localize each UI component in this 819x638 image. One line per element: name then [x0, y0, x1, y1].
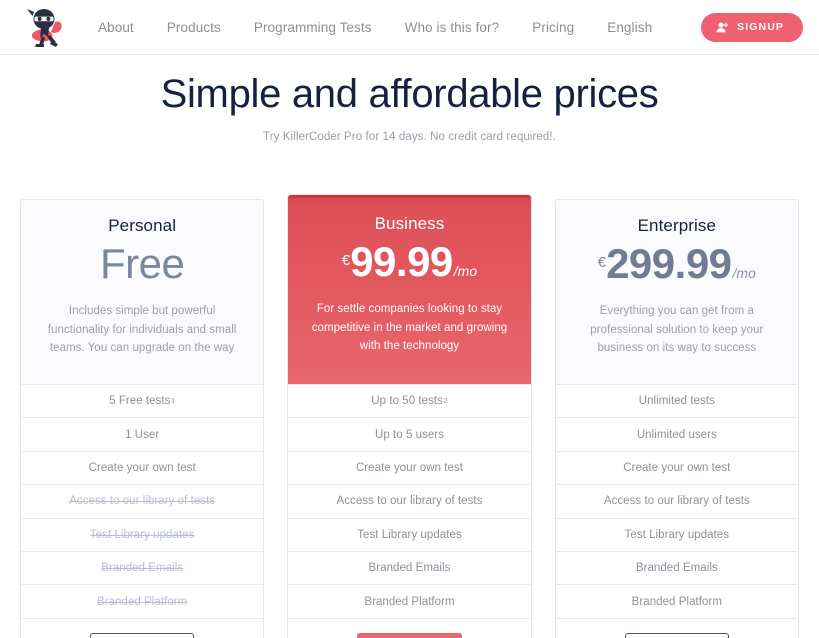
plan-price: Free — [39, 240, 245, 287]
pricing-card-business: Business €99.99/mo For settle companies lo… — [288, 195, 531, 638]
nav-item: Pricing — [532, 14, 607, 41]
feature-row-included: Access to our library of tests — [555, 484, 798, 518]
feature-label: Branded Platform — [631, 595, 722, 608]
nav-item: Products — [167, 14, 254, 41]
plan-name: Enterprise — [637, 216, 717, 235]
nav-link-programming-tests[interactable]: Programming Tests — [254, 14, 372, 41]
plan-name: Business — [374, 214, 445, 233]
feature-label: 5 Free tests — [109, 395, 171, 408]
feature-label: Branded Platform — [364, 595, 455, 608]
brand-logo[interactable] — [22, 4, 68, 50]
nav-link-english[interactable]: English — [607, 14, 652, 41]
price-currency-symbol: € — [341, 252, 351, 269]
signup-button[interactable]: SIGNUP — [701, 12, 803, 42]
feature-label: Branded Platform — [97, 595, 188, 608]
plan-description: For settle companies looking to stay com… — [311, 303, 508, 353]
feature-row-included: Create your own test — [21, 450, 264, 485]
user-plus-icon — [716, 21, 729, 34]
feature-row-excluded: Test Library updates — [21, 517, 264, 551]
feature-row-excluded: Branded Emails — [21, 550, 264, 585]
price-amount: 299.99 — [606, 240, 732, 287]
feature-row-included: Create your own test — [555, 450, 798, 485]
signup-button-label: SIGNUP — [737, 21, 784, 33]
plan-description: Includes simple but powerful functionali… — [47, 305, 237, 355]
top-navigation-bar: About Products Programming Tests Who is … — [0, 0, 819, 55]
feature-row-included: Test Library updates — [288, 517, 531, 551]
nav-link-list: About Products Programming Tests Who is … — [98, 14, 685, 41]
feature-row-included: Access to our library of tests — [288, 484, 531, 518]
pricing-card-personal: Personal Free Includes simple but powerful… — [20, 199, 265, 638]
feature-label: Create your own test — [88, 461, 196, 474]
plan-feature-list: Unlimited tests Unlimited users Create you… — [555, 383, 798, 618]
feature-row-included: Branded Emails — [288, 550, 531, 585]
feature-label: 1 User — [125, 428, 160, 441]
price-period: /mo — [453, 263, 478, 279]
feature-row-included: Create your own test — [288, 450, 531, 485]
price-amount: Free — [99, 240, 185, 287]
feature-row-excluded: Access to our library of tests — [21, 484, 264, 518]
nav-item: Who is this for? — [405, 14, 533, 41]
pricing-card-footer: START NOW — [555, 617, 798, 638]
nav-item: Programming Tests — [254, 14, 405, 41]
feature-label: Create your own test — [355, 461, 464, 474]
page-subtitle: Try KillerCoder Pro for 14 days. No cred… — [263, 131, 556, 143]
ninja-logo-icon — [27, 9, 62, 47]
price-amount: 99.99 — [350, 238, 453, 285]
nav-link-pricing[interactable]: Pricing — [532, 14, 574, 41]
plan-price: €299.99/mo — [574, 240, 780, 287]
pricing-card-footer: START NOW — [288, 617, 531, 638]
feature-label: Up to 50 tests — [371, 395, 443, 408]
plan-feature-list: Up to 50 tests 2 Up to 5 users Create your … — [288, 383, 531, 618]
feature-label: Access to our library of tests — [69, 495, 216, 508]
start-now-button-enterprise[interactable]: START NOW — [624, 632, 730, 638]
feature-row-included: 1 User — [21, 417, 264, 451]
nav-link-products[interactable]: Products — [167, 14, 221, 41]
feature-label: Test Library updates — [624, 528, 730, 541]
nav-link-who-is-this-for[interactable]: Who is this for? — [405, 14, 500, 41]
feature-row-included: Up to 50 tests 2 — [288, 383, 531, 418]
hero-section: Simple and affordable prices Try KillerC… — [0, 55, 819, 143]
pricing-card-grid: Personal Free Includes simple but powerful… — [0, 195, 819, 638]
feature-label: Create your own test — [623, 461, 731, 474]
feature-row-included: Branded Platform — [555, 584, 798, 618]
feature-label: Branded Emails — [101, 562, 184, 575]
pricing-card-footer: START NOW — [21, 617, 264, 638]
pricing-card-header: Business €99.99/mo For settle companies lo… — [288, 195, 531, 384]
plan-description: Everything you can get from a profession… — [590, 305, 764, 355]
feature-row-included: Unlimited tests — [555, 383, 798, 418]
feature-row-excluded: Branded Platform — [21, 584, 264, 618]
feature-row-included: Test Library updates — [555, 517, 798, 551]
nav-link-about[interactable]: About — [98, 14, 134, 41]
pricing-card-header: Personal Free Includes simple but powerful… — [21, 200, 264, 384]
feature-label: Unlimited tests — [638, 395, 715, 408]
feature-label: Up to 5 users — [374, 428, 445, 441]
feature-label: Access to our library of tests — [336, 495, 483, 508]
feature-row-included: Unlimited users — [555, 417, 798, 451]
feature-label: Test Library updates — [357, 528, 462, 541]
start-now-button-business[interactable]: START NOW — [357, 632, 462, 638]
price-currency-symbol: € — [597, 254, 607, 271]
page-title: Simple and affordable prices — [160, 72, 659, 116]
feature-label: Access to our library of tests — [603, 495, 750, 508]
pricing-card-enterprise: Enterprise €299.99/mo Everything you can g… — [554, 199, 799, 638]
feature-label: Unlimited users — [636, 428, 717, 441]
price-period: /mo — [732, 265, 756, 281]
feature-row-included: Branded Emails — [555, 550, 798, 585]
nav-item: About — [98, 14, 167, 41]
feature-row-included: Up to 5 users — [288, 417, 531, 451]
feature-row-included: 5 Free tests 1 — [21, 383, 264, 418]
feature-label: Test Library updates — [89, 528, 195, 541]
feature-label: Branded Emails — [368, 562, 451, 575]
plan-price: €99.99/mo — [306, 238, 512, 285]
start-now-button-personal[interactable]: START NOW — [89, 632, 195, 638]
plan-name: Personal — [108, 216, 177, 235]
pricing-card-header: Enterprise €299.99/mo Everything you can g… — [555, 200, 798, 384]
plan-feature-list: 5 Free tests 1 1 User Create your own test A… — [21, 383, 264, 618]
nav-item: English — [607, 14, 685, 41]
feature-label: Branded Emails — [635, 562, 718, 575]
feature-row-included: Branded Platform — [288, 584, 531, 618]
